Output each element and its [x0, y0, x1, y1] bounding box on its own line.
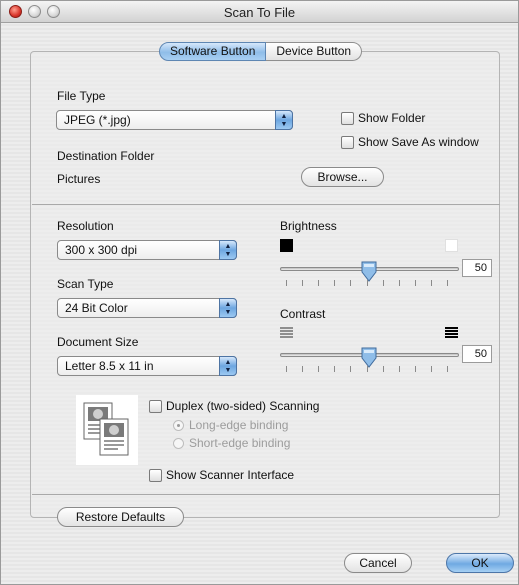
tab-software-button[interactable]: Software Button [159, 42, 267, 61]
popup-arrows-icon: ▲ ▼ [219, 298, 237, 318]
contrast-value-field[interactable]: 50 [462, 345, 492, 363]
duplex-label: Duplex (two-sided) Scanning [166, 399, 320, 413]
tick-mark [447, 280, 448, 286]
show-folder-checkbox[interactable] [341, 112, 354, 125]
resolution-value: 300 x 300 dpi [65, 243, 138, 257]
show-save-as-checkbox[interactable] [341, 136, 354, 149]
tick-mark [286, 366, 287, 372]
file-type-select[interactable]: JPEG (*.jpg) ▲ ▼ [56, 110, 293, 130]
tick-mark [383, 366, 384, 372]
cancel-button[interactable]: Cancel [344, 553, 412, 573]
tick-mark [286, 280, 287, 286]
tick-mark [415, 280, 416, 286]
contrast-label: Contrast [280, 307, 326, 321]
duplex-checkbox[interactable] [149, 400, 162, 413]
file-type-value: JPEG (*.jpg) [64, 113, 131, 127]
show-scanner-interface-checkbox[interactable] [149, 469, 162, 482]
browse-button[interactable]: Browse... [301, 167, 384, 187]
scan-type-select[interactable]: 24 Bit Color ▲ ▼ [57, 298, 237, 318]
document-size-value: Letter 8.5 x 11 in [65, 359, 154, 373]
brightness-label: Brightness [280, 219, 337, 233]
duplex-pages-icon [76, 395, 138, 465]
tick-mark [318, 366, 319, 372]
window-title: Scan To File [223, 5, 296, 20]
short-edge-label: Short-edge binding [189, 436, 291, 450]
scan-to-file-window: Scan To File Software Button Device Butt… [0, 0, 519, 585]
tick-mark [399, 366, 400, 372]
tick-mark [350, 366, 351, 372]
file-type-label: File Type [57, 89, 106, 103]
brightness-value-field[interactable]: 50 [462, 259, 492, 277]
resolution-select[interactable]: 300 x 300 dpi ▲ ▼ [57, 240, 237, 260]
long-edge-radio[interactable] [173, 420, 184, 431]
low-contrast-lines-icon [280, 327, 293, 338]
popup-arrows-icon: ▲ ▼ [275, 110, 293, 130]
tab-bar: Software Button Device Button [159, 42, 363, 61]
show-scanner-interface-label: Show Scanner Interface [166, 468, 295, 482]
tick-mark [383, 280, 384, 286]
section-divider [32, 204, 500, 205]
tick-mark [431, 366, 432, 372]
tick-mark [302, 280, 303, 286]
tick-mark [415, 366, 416, 372]
tab-device-button[interactable]: Device Button [266, 42, 363, 61]
short-edge-radio[interactable] [173, 438, 184, 449]
white-square-icon [445, 239, 458, 252]
popup-arrows-icon: ▲ ▼ [219, 356, 237, 376]
tick-mark [350, 280, 351, 286]
document-size-select[interactable]: Letter 8.5 x 11 in ▲ ▼ [57, 356, 237, 376]
scan-type-label: Scan Type [57, 277, 114, 291]
section-divider [32, 494, 500, 495]
tick-mark [367, 280, 368, 286]
contrast-ticks [286, 366, 448, 372]
tick-mark [447, 366, 448, 372]
tick-mark [367, 366, 368, 372]
brightness-ticks [286, 280, 448, 286]
document-size-label: Document Size [57, 335, 139, 349]
destination-folder-label: Destination Folder [57, 149, 155, 163]
tick-mark [431, 280, 432, 286]
tick-mark [399, 280, 400, 286]
scan-type-value: 24 Bit Color [65, 301, 128, 315]
restore-defaults-button[interactable]: Restore Defaults [57, 507, 184, 527]
tick-mark [302, 366, 303, 372]
tick-mark [318, 280, 319, 286]
high-contrast-lines-icon [445, 327, 458, 338]
title-bar[interactable]: Scan To File [1, 1, 518, 23]
ok-button[interactable]: OK [446, 553, 514, 573]
tick-mark [334, 366, 335, 372]
popup-arrows-icon: ▲ ▼ [219, 240, 237, 260]
show-folder-label: Show Folder [358, 111, 426, 125]
long-edge-label: Long-edge binding [189, 418, 289, 432]
resolution-label: Resolution [57, 219, 114, 233]
destination-folder-value: Pictures [57, 172, 101, 186]
black-square-icon [280, 239, 293, 252]
tick-mark [334, 280, 335, 286]
show-save-as-label: Show Save As window [358, 135, 479, 149]
